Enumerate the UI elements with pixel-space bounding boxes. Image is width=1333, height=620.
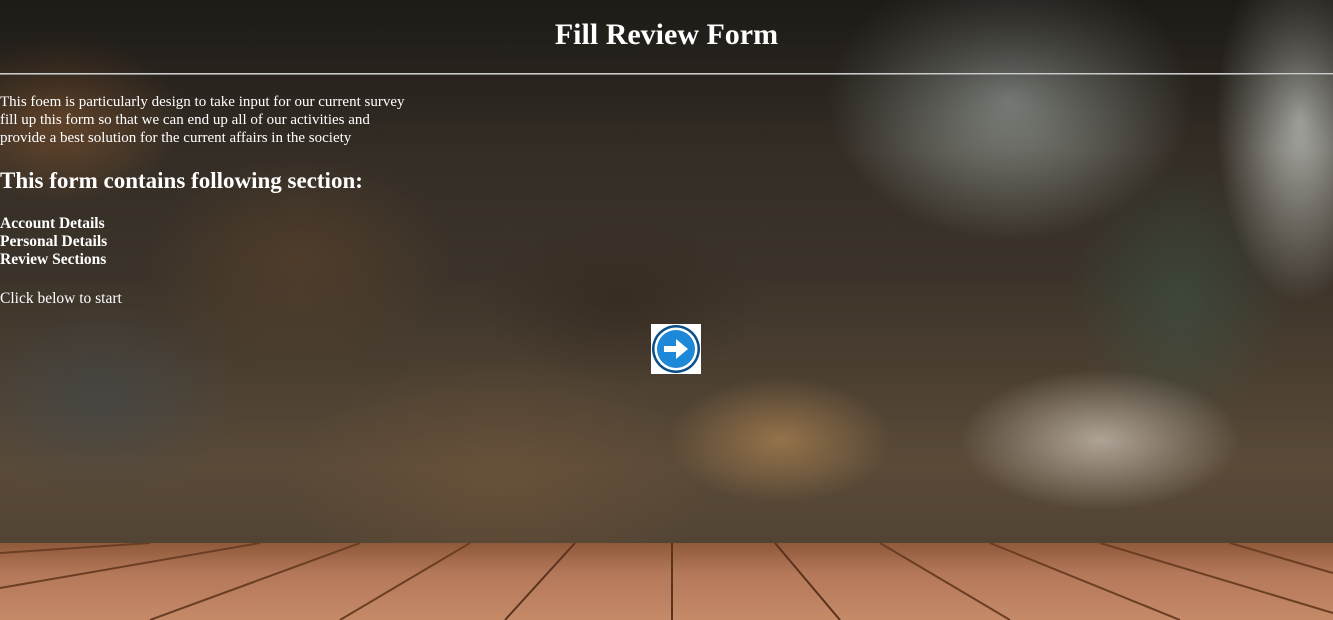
page-title: Fill Review Form <box>554 18 779 51</box>
section-item-personal-details: Personal Details <box>0 233 108 250</box>
intro-line: fill up this form so that we can end up … <box>0 112 370 128</box>
page-content: Fill Review Form <box>0 0 1333 53</box>
wooden-table-image <box>0 543 1333 620</box>
intro-line: provide a best solution for the current … <box>0 130 352 146</box>
start-prompt: Click below to start <box>0 290 122 307</box>
section-item-review-sections: Review Sections <box>0 251 107 268</box>
intro-text: This foem is particularly design to take… <box>0 93 1333 147</box>
intro-line: This foem is particularly design to take… <box>0 94 405 110</box>
section-list: Account Details Personal Details Review … <box>0 215 1333 269</box>
start-button[interactable] <box>651 324 701 374</box>
section-item-account-details: Account Details <box>0 215 105 232</box>
title-divider <box>0 73 1333 75</box>
sections-heading: This form contains following section: <box>0 168 363 193</box>
arrow-right-circle-icon <box>652 325 700 373</box>
